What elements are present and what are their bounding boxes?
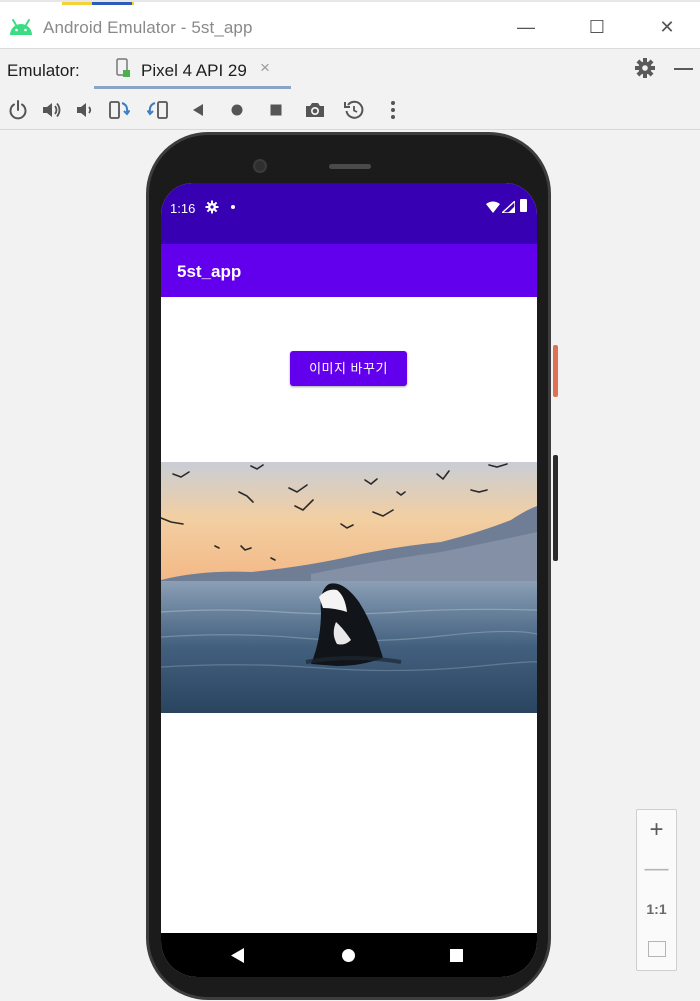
zoom-actual-size-button[interactable]: 1:1	[637, 901, 676, 917]
overview-icon[interactable]	[265, 99, 287, 121]
device-screen[interactable]: 1:16 5st_app 이미지 바꾸기	[161, 183, 537, 977]
emulator-toolbar	[0, 90, 700, 130]
back-icon[interactable]	[187, 99, 209, 121]
app-bar: 5st_app	[161, 244, 537, 297]
navigation-bar	[161, 933, 537, 977]
nav-home-icon[interactable]	[342, 949, 355, 962]
zoom-controls: + — 1:1	[636, 809, 677, 971]
title-bar: Android Emulator - 5st_app — ☐ ✕	[0, 0, 700, 48]
device-tab-bar: Emulator: Pixel 4 API 29 ×	[0, 48, 700, 90]
orca-whale-photo	[161, 462, 537, 713]
nav-recents-icon[interactable]	[450, 949, 463, 962]
settings-gear-icon[interactable]	[634, 57, 656, 79]
battery-icon	[520, 199, 527, 212]
maximize-button[interactable]: ☐	[582, 12, 612, 42]
notification-dot	[231, 205, 235, 209]
device-stage: 1:16 5st_app 이미지 바꾸기 + — 1:1	[0, 131, 700, 1001]
earpiece-speaker	[329, 164, 371, 169]
wifi-icon	[486, 201, 500, 213]
taskbar-strip	[92, 2, 132, 5]
hide-panel-button[interactable]	[674, 68, 693, 70]
home-icon[interactable]	[226, 99, 248, 121]
emulator-label: Emulator:	[7, 61, 80, 80]
minimize-button[interactable]: —	[511, 12, 541, 42]
zoom-fit-icon[interactable]	[648, 941, 666, 957]
more-icon[interactable]	[382, 99, 404, 121]
settings-notification-icon	[205, 200, 219, 214]
signal-icon	[502, 201, 515, 213]
nav-back-icon[interactable]	[231, 948, 245, 963]
device-icon	[116, 58, 130, 77]
zoom-out-button[interactable]: —	[637, 855, 676, 883]
android-icon	[10, 19, 32, 35]
tab-label: Pixel 4 API 29	[141, 61, 247, 80]
status-time: 1:16	[170, 201, 196, 216]
change-image-button[interactable]: 이미지 바꾸기	[290, 351, 407, 386]
volume-up-icon[interactable]	[40, 99, 62, 121]
zoom-in-button[interactable]: +	[637, 816, 676, 844]
window-title: Android Emulator - 5st_app	[43, 18, 253, 37]
replay-icon[interactable]	[343, 99, 365, 121]
front-camera	[253, 159, 267, 173]
tab-close-icon[interactable]: ×	[260, 58, 270, 78]
rotate-left-icon[interactable]	[108, 99, 130, 121]
app-title: 5st_app	[177, 262, 242, 281]
rotate-right-icon[interactable]	[147, 99, 169, 121]
status-bar: 1:16	[161, 183, 537, 244]
emulator-window: Android Emulator - 5st_app — ☐ ✕ Emulato…	[0, 0, 700, 1001]
camera-icon[interactable]	[304, 99, 326, 121]
phone-frame: 1:16 5st_app 이미지 바꾸기	[146, 132, 558, 1000]
volume-side-button[interactable]	[553, 455, 558, 561]
tab-pixel-4[interactable]: Pixel 4 API 29 ×	[94, 49, 291, 89]
close-button[interactable]: ✕	[652, 12, 682, 42]
power-side-button[interactable]	[553, 345, 558, 397]
power-icon[interactable]	[7, 99, 29, 121]
volume-down-icon[interactable]	[73, 99, 95, 121]
